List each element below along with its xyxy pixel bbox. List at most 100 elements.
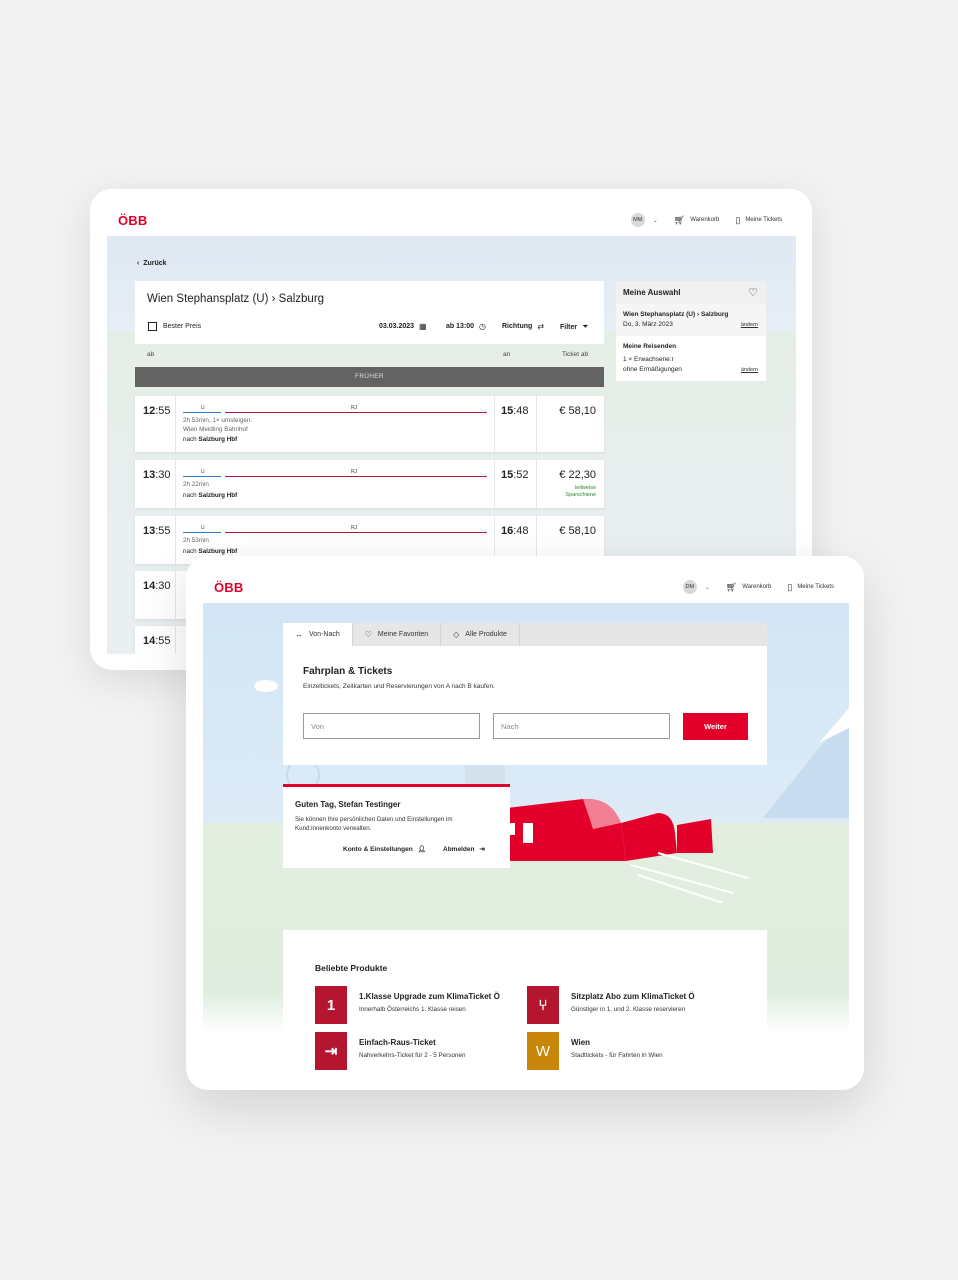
departure-time: 13:30 [143, 469, 171, 481]
filter-icon: ⏷ [582, 322, 589, 331]
change-route-link[interactable]: ändern [741, 320, 758, 330]
filter-button[interactable]: Filter ⏷ [560, 322, 589, 332]
my-selection-title: Meine Auswahl ♡ [616, 281, 766, 304]
departure-time: 12:55 [143, 405, 171, 417]
line-label-u: U [201, 525, 205, 531]
clock-icon: ◷ [479, 322, 487, 331]
earlier-button[interactable]: FRÜHER [135, 367, 604, 387]
connection-row[interactable]: 13:30 U RJ 2h 22min nach Salzburg Hbf 15… [135, 460, 604, 508]
logout-link[interactable]: Abmelden ⇥ [443, 845, 485, 854]
account-settings-link[interactable]: Konto & Einstellungen 👤︎ [343, 845, 426, 854]
tab-von-nach[interactable]: ↔ Von-Nach [283, 623, 353, 646]
duration-info: 2h 22min [183, 481, 209, 488]
top-bar: ÖBB MM ⌄ 🛒︎ Warenkorb ▯ Meine Tickets [90, 189, 812, 236]
tab-alle-produkte[interactable]: ◇ Alle Produkte [441, 623, 520, 646]
change-travellers-link[interactable]: ändern [741, 365, 758, 375]
signpost-icon: ⇥ [315, 1032, 347, 1070]
vienna-icon: W [527, 1032, 559, 1070]
tag-icon: ◇ [453, 630, 460, 639]
departure-time: 14:30 [143, 580, 171, 592]
checkbox[interactable] [148, 322, 157, 331]
swap-icon: ⇄ [537, 322, 545, 331]
travellers: Meine Reisenden 1 × Erwachsene:r ohne Er… [623, 343, 758, 375]
line-label-rj: RJ [351, 525, 358, 531]
arrival-time: 16:48 [501, 525, 529, 537]
destination: nach Salzburg Hbf [183, 436, 238, 443]
my-tickets-link[interactable]: ▯ Meine Tickets [787, 581, 834, 592]
col-header-ticket: Ticket ab [562, 351, 589, 358]
col-header-from: ab [147, 351, 155, 358]
best-price-checkbox[interactable]: Bester Preis [148, 322, 201, 331]
submit-button[interactable]: Weiter [683, 713, 748, 740]
route-title: Wien Stephansplatz (U) › Salzburg [147, 293, 325, 305]
obb-logo[interactable]: ÖBB [214, 580, 244, 595]
duration-info: 2h 53min, 1× umsteigen: Wien Meidling Bah… [183, 417, 253, 433]
user-menu[interactable]: MM ⌄ [630, 213, 658, 227]
connection-row[interactable]: 12:55 U RJ 2h 53min, 1× umsteigen: Wien M… [135, 396, 604, 452]
cart-link[interactable]: 🛒︎ Warenkorb [673, 214, 720, 225]
planner-title: Fahrplan & Tickets [303, 666, 393, 677]
planner-subtitle: Einzeltickets, Zeitkarten und Reservieru… [303, 683, 495, 690]
calendar-icon: ▦ [419, 322, 427, 331]
line-label-rj: RJ [351, 405, 358, 411]
arrows-icon: ↔ [295, 630, 303, 639]
product-item[interactable]: W Wien Stadttickets - für Fahrten in Wie… [527, 1032, 727, 1072]
date-picker[interactable]: 03.03.2023 ▦ [379, 322, 427, 331]
home-page: ↔ Von-Nach ♡ Meine Favoriten ◇ Alle Produkt… [203, 603, 849, 1090]
user-menu[interactable]: DM ⌄ [682, 580, 710, 594]
avatar: DM [682, 580, 697, 594]
my-tickets-link[interactable]: ▯ Meine Tickets [735, 214, 782, 225]
my-selection-panel: Meine Auswahl ♡ Wien Stephansplatz (U) › … [616, 281, 766, 381]
home-window: ÖBB DM ⌄ 🛒︎ Warenkorb ▯ Meine Tickets ↔ … [186, 556, 864, 1090]
to-field[interactable]: Nach [493, 713, 670, 739]
from-field[interactable]: Von [303, 713, 480, 739]
popular-products: Beliebte Produkte 1 1.Klasse Upgrade zum… [283, 930, 767, 1090]
greeting-card: Guten Tag, Stefan Testinger Sie können I… [283, 784, 510, 868]
line-label-u: U [201, 469, 205, 475]
savings-note: teilweise Sparschiene [565, 485, 596, 498]
first-class-icon: 1 [315, 986, 347, 1024]
product-item[interactable]: ⑂ Sitzplatz Abo zum KlimaTicket Ö Günsti… [527, 986, 727, 1026]
greeting-text: Sie können Ihre persönlichen Daten und E… [295, 816, 453, 832]
train-illustration [498, 798, 749, 903]
seat-icon: ⑂ [527, 986, 559, 1024]
cart-link[interactable]: 🛒︎ Warenkorb [725, 581, 772, 592]
back-link[interactable]: ‹ Zurück [137, 260, 167, 267]
destination: nach Salzburg Hbf [183, 548, 238, 555]
ticket-price: € 22,30 [559, 469, 596, 481]
line-label-u: U [201, 405, 205, 411]
journey-planner: Fahrplan & Tickets Einzeltickets, Zeitka… [283, 646, 767, 765]
avatar: MM [630, 213, 645, 227]
heart-icon[interactable]: ♡ [748, 286, 758, 299]
cart-icon: 🛒︎ [673, 214, 686, 225]
col-header-to: an [503, 351, 511, 358]
departure-time: 14:55 [143, 635, 171, 647]
ticket-icon: ▯ [787, 581, 793, 592]
tab-favoriten[interactable]: ♡ Meine Favoriten [353, 623, 442, 646]
chevron-down-icon: ⌄ [704, 584, 710, 591]
greeting-title: Guten Tag, Stefan Testinger [295, 800, 401, 809]
selected-route: Wien Stephansplatz (U) › Salzburg Do, 3.… [616, 304, 766, 336]
line-label-rj: RJ [351, 469, 358, 475]
chevron-down-icon: ⌄ [652, 217, 658, 224]
product-item[interactable]: 1 1.Klasse Upgrade zum KlimaTicket Ö Inn… [315, 986, 515, 1026]
ticket-price: € 58,10 [559, 525, 596, 537]
ticket-icon: ▯ [735, 214, 741, 225]
search-tabs: ↔ Von-Nach ♡ Meine Favoriten ◇ Alle Produkt… [283, 623, 767, 646]
product-item[interactable]: ⇥ Einfach-Raus-Ticket Nahverkehrs-Ticket… [315, 1032, 515, 1072]
search-summary: Wien Stephansplatz (U) › Salzburg Bester… [135, 281, 604, 344]
duration-info: 2h 53min [183, 537, 209, 544]
departure-time: 13:55 [143, 525, 171, 537]
arrival-time: 15:48 [501, 405, 529, 417]
logout-icon: ⇥ [479, 846, 485, 853]
time-picker[interactable]: ab 13:00 ◷ [446, 322, 486, 331]
arrival-time: 15:52 [501, 469, 529, 481]
heart-icon: ♡ [364, 630, 372, 639]
direction-toggle[interactable]: Richtung ⇄ [502, 322, 544, 331]
top-bar: ÖBB DM ⌄ 🛒︎ Warenkorb ▯ Meine Tickets [186, 556, 864, 603]
person-icon: 👤︎ [417, 846, 426, 853]
destination: nach Salzburg Hbf [183, 492, 238, 499]
cart-icon: 🛒︎ [725, 581, 738, 592]
products-title: Beliebte Produkte [315, 963, 388, 973]
obb-logo[interactable]: ÖBB [118, 213, 148, 228]
